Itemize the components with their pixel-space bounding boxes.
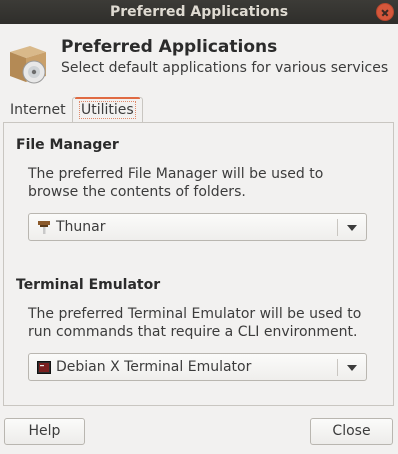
combo-separator (337, 219, 338, 236)
window-title: Preferred Applications (109, 4, 289, 20)
terminal-select[interactable]: Debian X Terminal Emulator (28, 353, 367, 381)
chevron-down-icon (347, 225, 357, 231)
help-button[interactable]: Help (4, 418, 85, 445)
terminal-heading: Terminal Emulator (16, 277, 161, 293)
combo-separator (337, 359, 338, 376)
close-button[interactable]: Close (310, 418, 393, 445)
terminal-icon (37, 361, 51, 374)
window-close-icon[interactable] (376, 3, 394, 21)
tab-internet[interactable]: Internet (10, 98, 66, 122)
terminal-value: Debian X Terminal Emulator (56, 359, 252, 375)
file-manager-select[interactable]: Thunar (28, 213, 367, 241)
preferred-applications-icon (10, 46, 46, 84)
thunar-icon (38, 221, 50, 234)
terminal-description-line2: run commands that require a CLI environm… (28, 324, 358, 340)
tab-utilities[interactable]: Utilities (72, 97, 143, 122)
file-manager-description-line1: The preferred File Manager will be used … (28, 166, 324, 182)
tab-utilities-label: Utilities (79, 101, 136, 119)
header-subtitle: Select default applications for various … (61, 60, 389, 76)
file-manager-value: Thunar (56, 219, 106, 235)
terminal-description-line1: The preferred Terminal Emulator will be … (28, 306, 362, 322)
header-title: Preferred Applications (61, 37, 278, 57)
file-manager-heading: File Manager (16, 137, 119, 153)
chevron-down-icon (347, 365, 357, 371)
window-titlebar: Preferred Applications (0, 0, 398, 24)
file-manager-description-line2: browse the contents of folders. (28, 184, 246, 200)
